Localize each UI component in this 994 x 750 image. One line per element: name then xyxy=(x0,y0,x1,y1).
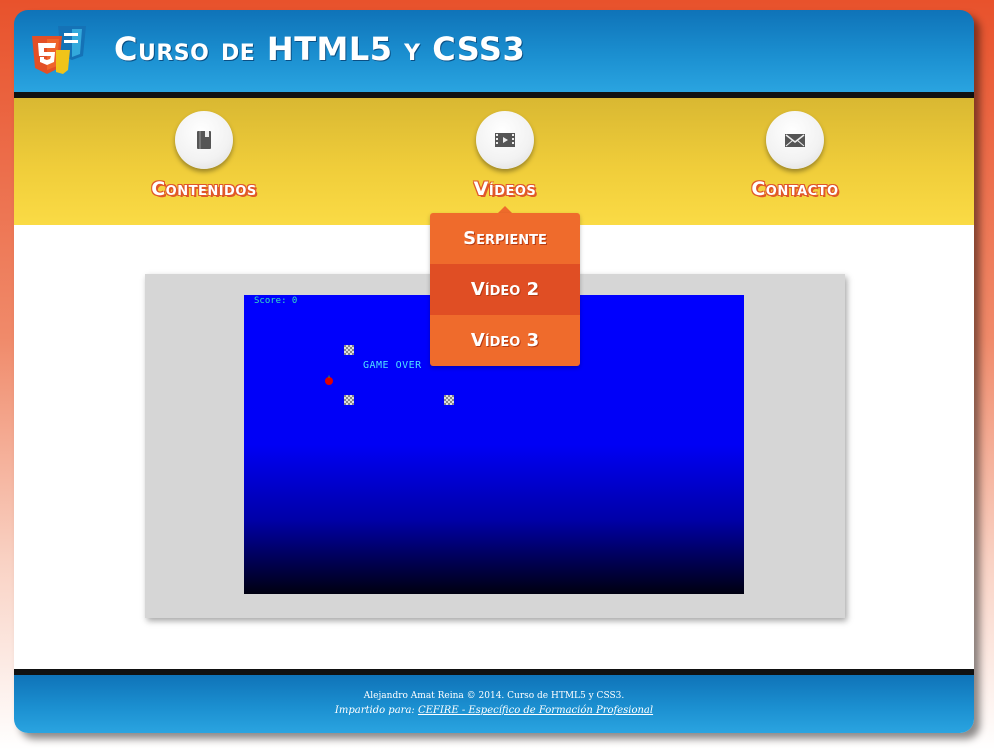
dropdown-item-video-3[interactable]: Vídeo 3 xyxy=(430,315,580,366)
snake-segment xyxy=(344,345,354,355)
book-icon xyxy=(197,131,211,149)
apple-icon xyxy=(325,375,333,385)
film-icon xyxy=(495,133,515,147)
nav-item-contenidos[interactable]: Contenidos xyxy=(104,98,304,225)
dropdown-item-serpiente[interactable]: Serpiente xyxy=(430,213,580,264)
score-text: Score: 0 xyxy=(254,296,298,306)
snake-segment xyxy=(344,395,354,405)
nav-label: Vídeos xyxy=(473,178,537,200)
dropdown-item-video-2[interactable]: Vídeo 2 xyxy=(430,264,580,315)
html5-css3-logo xyxy=(30,24,88,76)
nav-circle xyxy=(766,111,824,169)
cefire-link[interactable]: CEFIRE - Específico de Formación Profesi… xyxy=(418,705,653,716)
footer-credits-prefix: Impartido para: xyxy=(334,705,415,716)
page: Curso de HTML5 y CSS3 Contenidos Vídeos … xyxy=(14,10,974,733)
footer-credits: Impartido para: CEFIRE - Específico de F… xyxy=(14,705,974,716)
nav-item-contacto[interactable]: Contacto xyxy=(695,98,895,225)
nav-circle xyxy=(175,111,233,169)
snake-segment xyxy=(444,395,454,405)
footer-copyright: Alejandro Amat Reina © 2014. Curso de HT… xyxy=(363,691,625,701)
nav-circle xyxy=(476,111,534,169)
nav-label: Contacto xyxy=(751,178,839,200)
envelope-icon xyxy=(785,134,805,147)
footer: Alejandro Amat Reina © 2014. Curso de HT… xyxy=(14,675,974,733)
nav-item-videos[interactable]: Vídeos xyxy=(405,98,605,225)
dropdown-pointer xyxy=(498,206,512,213)
videos-dropdown-menu: Serpiente Vídeo 2 Vídeo 3 xyxy=(430,213,580,366)
header: Curso de HTML5 y CSS3 xyxy=(14,10,974,92)
game-over-text: GAME OVER xyxy=(363,360,422,371)
nav-label: Contenidos xyxy=(151,178,257,200)
main-nav: Contenidos Vídeos Contacto xyxy=(14,98,974,225)
site-title[interactable]: Curso de HTML5 y CSS3 xyxy=(114,30,525,68)
